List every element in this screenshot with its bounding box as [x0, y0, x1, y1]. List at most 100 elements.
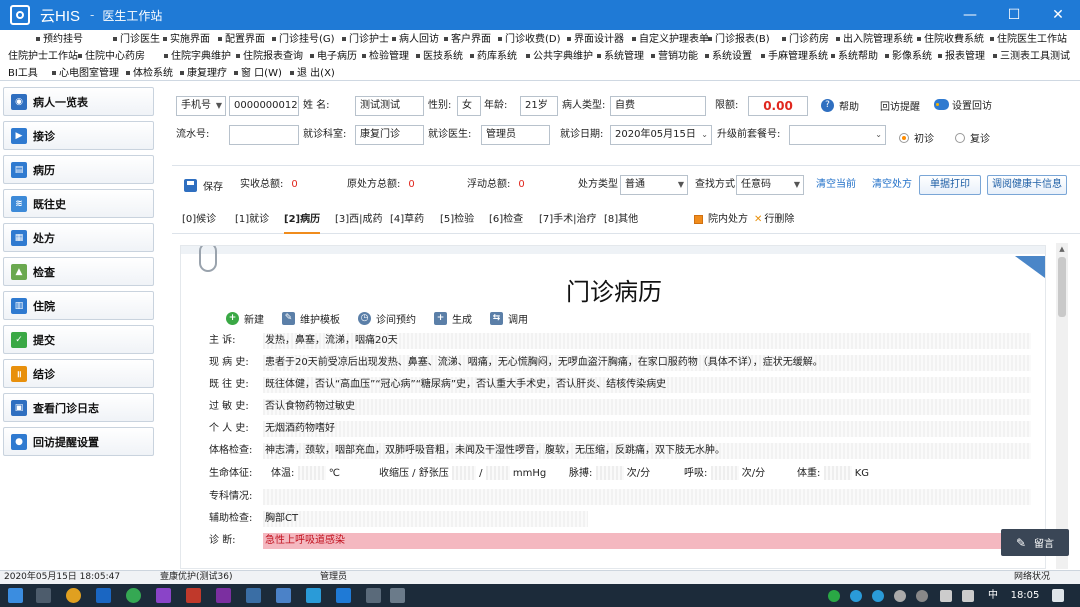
clear-current-link[interactable]: 清空当前 [816, 175, 856, 195]
revisit-remind-button[interactable]: 回访提醒 [880, 98, 920, 113]
sidebar-item[interactable]: ▥ 住院 [3, 291, 154, 320]
menu-item[interactable]: 康复理疗 [180, 65, 227, 82]
menu-item[interactable]: 体检系统 [126, 65, 173, 82]
menu-item[interactable]: 自定义护理表单 [632, 31, 709, 48]
age-field[interactable]: 21岁 [520, 96, 558, 116]
print-single-button[interactable]: 单据打印 [919, 175, 981, 195]
menu-item[interactable]: 预约挂号 [36, 31, 83, 48]
app-icon-2[interactable] [276, 588, 291, 603]
auxiliary-exam-field[interactable]: 胸部CT [263, 511, 588, 527]
revisit-set-button[interactable]: 设置回访 [934, 97, 992, 112]
sidebar-item[interactable]: ॥ 结诊 [3, 359, 154, 388]
save-button[interactable]: 保存 [184, 178, 223, 193]
menu-item[interactable]: 门诊收费(D) [498, 31, 561, 48]
delete-row-button[interactable]: ✕ 行删除 [754, 210, 794, 234]
minimize-button[interactable]: — [948, 0, 992, 30]
menu-item[interactable]: 门诊护士 [342, 31, 389, 48]
menu-item[interactable]: 系统帮助 [831, 48, 878, 65]
menu-item[interactable]: 心电图室管理 [52, 65, 119, 82]
ime-indicator[interactable]: 中 [988, 584, 998, 607]
tray-icon-2[interactable] [872, 590, 884, 602]
menu-item[interactable]: 医技系统 [416, 48, 463, 65]
chief-complaint-field[interactable]: 发热，鼻塞，流涕，咽痛20天 [263, 333, 1031, 349]
specialty-field[interactable] [263, 489, 1031, 505]
menu-item[interactable]: 门诊医生 [113, 31, 160, 48]
sidebar-item[interactable]: ▤ 病历 [3, 155, 154, 184]
app-icon-1[interactable] [246, 588, 261, 603]
tray-icon-3[interactable] [894, 590, 906, 602]
menu-item[interactable]: 手麻管理系统 [761, 48, 828, 65]
sex-field[interactable]: 女 [457, 96, 481, 116]
menu-item[interactable]: 界面设计器 [567, 31, 624, 48]
document-scrollbar[interactable]: ▲ [1056, 243, 1068, 569]
tray-icon-4[interactable] [916, 590, 928, 602]
sidebar-item[interactable]: ▦ 处方 [3, 223, 154, 252]
new-record-button[interactable]: + 新建 [226, 309, 264, 327]
scroll-thumb[interactable] [1058, 257, 1066, 317]
first-visit-radio[interactable]: 初诊 [899, 130, 934, 145]
present-history-field[interactable]: 患者于20天前受凉后出现发热、鼻塞、流涕、咽痛，无心慌胸闷，无啰血盗汗胸痛，在家… [263, 355, 1031, 371]
app-icon-5[interactable] [390, 588, 405, 603]
find-mode-select[interactable]: 任意码 ▼ [736, 175, 804, 195]
volume-tray-icon[interactable] [962, 590, 974, 602]
app-icon-3[interactable] [306, 588, 321, 603]
visit-date-picker[interactable]: 2020年05月15日 ⌄ [610, 125, 712, 145]
physical-exam-field[interactable]: 神志清，颈软，咽部充血，双肺呼吸音粗，未闻及干湿性啰音，腹软，无压缩，反跳痛，双… [263, 443, 1031, 459]
menu-item[interactable]: 影像系统 [885, 48, 932, 65]
red-app-icon[interactable] [186, 588, 201, 603]
tab[interactable]: [6]检查 [489, 210, 523, 234]
temperature-field[interactable]: 体温: ℃ [271, 464, 340, 484]
id-type-select[interactable]: 手机号 ▼ [176, 96, 226, 116]
invoke-button[interactable]: ⇆ 调用 [490, 309, 528, 327]
his-app-icon[interactable] [336, 588, 351, 603]
in-hospital-rx-checkbox[interactable]: 院内处方 [694, 210, 748, 234]
doctor-field[interactable]: 管理员 [481, 125, 550, 145]
health-card-button[interactable]: 调阅健康卡信息 [987, 175, 1067, 195]
tab[interactable]: [7]手术|治疗 [539, 210, 597, 234]
tab[interactable]: [2]病历 [284, 210, 321, 234]
respiration-field[interactable]: 呼吸: 次/分 [684, 464, 765, 484]
tab[interactable]: [1]就诊 [235, 210, 269, 234]
scroll-up-icon[interactable]: ▲ [1056, 243, 1068, 255]
onenote-icon[interactable] [216, 588, 231, 603]
menu-item[interactable]: BI工具 [8, 65, 38, 82]
menu-item[interactable]: 客户界面 [444, 31, 491, 48]
app-icon-4[interactable] [366, 588, 381, 603]
patient-type-field[interactable]: 自费 [610, 96, 706, 116]
generate-button[interactable]: + 生成 [434, 309, 472, 327]
menu-item[interactable]: 住院报表查询 [236, 48, 303, 65]
clock[interactable]: 18:05 [1003, 584, 1047, 607]
rx-type-select[interactable]: 普通 ▼ [620, 175, 688, 195]
green-app-icon[interactable] [126, 588, 141, 603]
menu-item[interactable]: 退 出(X) [290, 65, 335, 82]
sidebar-item[interactable]: ▲ 检查 [3, 257, 154, 286]
wechat-tray-icon[interactable] [828, 590, 840, 602]
serial-input[interactable] [229, 125, 299, 145]
menu-item[interactable]: 系统管理 [597, 48, 644, 65]
menu-item[interactable]: 住院中心药房 [78, 48, 145, 65]
sidebar-item[interactable]: ✓ 提交 [3, 325, 154, 354]
help-button[interactable]: ? 帮助 [821, 98, 859, 113]
menu-item[interactable]: 住院医生工作站 [990, 31, 1067, 48]
prev-package-select[interactable]: ⌄ [789, 125, 886, 145]
menu-item[interactable]: 公共字典维护 [526, 48, 593, 65]
tab[interactable]: [3]西|成药 [335, 210, 383, 234]
menu-item[interactable]: 电子病历 [310, 48, 357, 65]
mail-icon[interactable] [96, 588, 111, 603]
name-field[interactable]: 测试测试 [355, 96, 424, 116]
browser-icon[interactable] [66, 588, 81, 603]
menu-item[interactable]: 配置界面 [218, 31, 265, 48]
sidebar-item[interactable]: ▣ 查看门诊日志 [3, 393, 154, 422]
tray-icon-1[interactable] [850, 590, 862, 602]
menu-item[interactable]: 住院收費系統 [917, 31, 984, 48]
sidebar-item[interactable]: ▶ 接诊 [3, 121, 154, 150]
personal-history-field[interactable]: 无烟酒药物嗜好 [263, 421, 1031, 437]
maintain-template-button[interactable]: ✎ 维护模板 [282, 309, 340, 327]
clear-rx-link[interactable]: 清空处方 [872, 175, 912, 195]
diagnosis-field[interactable]: 急性上呼吸道感染 [263, 533, 1031, 549]
notification-icon[interactable] [1052, 589, 1064, 602]
sidebar-item[interactable]: ≋ 既往史 [3, 189, 154, 218]
maximize-button[interactable]: ☐ [992, 0, 1036, 30]
menu-item[interactable]: 系统设置 [705, 48, 752, 65]
start-icon[interactable] [8, 588, 23, 603]
